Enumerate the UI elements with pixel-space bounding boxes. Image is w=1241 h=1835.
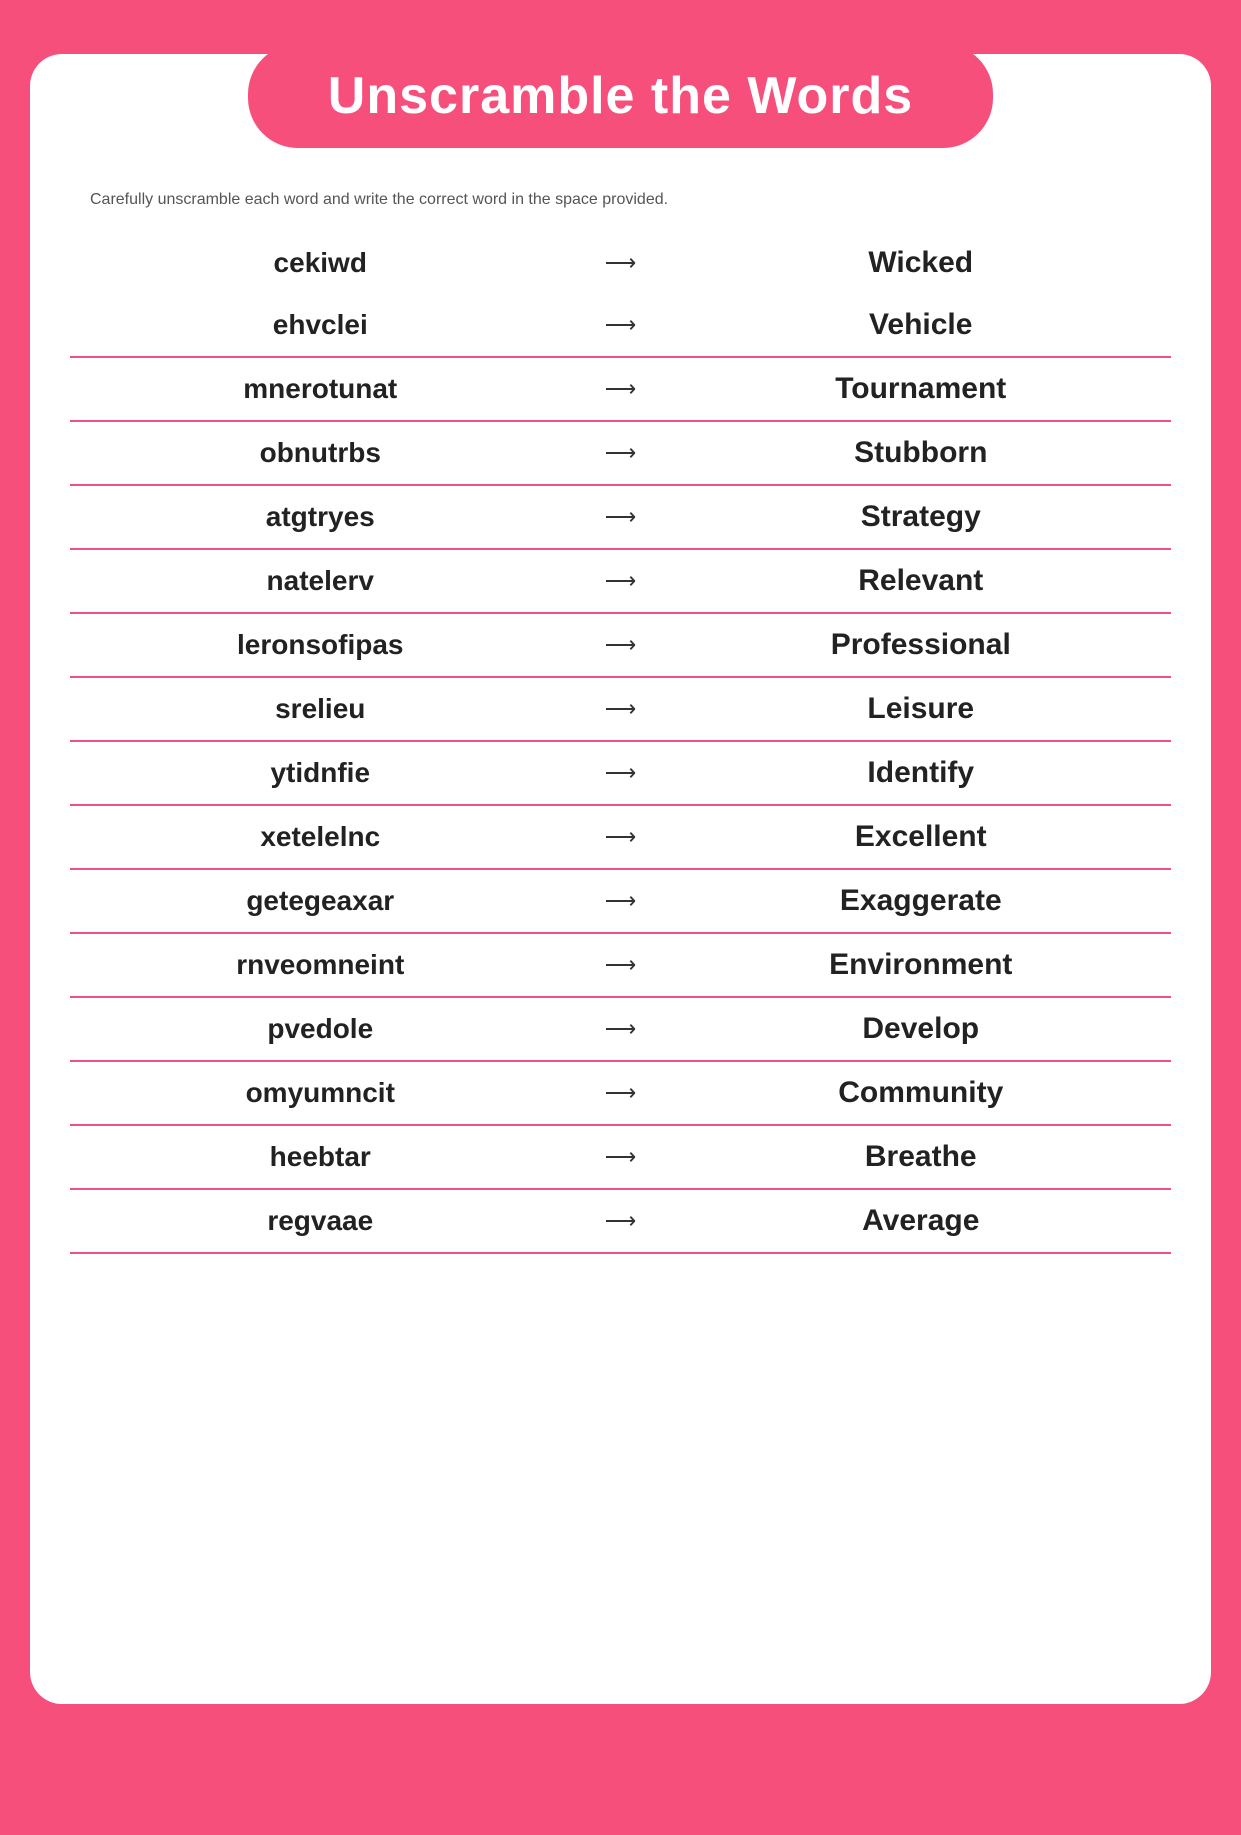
word-row: pvedole⟶Develop: [70, 998, 1171, 1062]
answer-word: Vehicle: [671, 300, 1172, 350]
scrambled-word: omyumncit: [70, 1069, 571, 1117]
scrambled-word: pvedole: [70, 1005, 571, 1053]
arrow-icon: ⟶: [571, 504, 671, 530]
date-underline[interactable]: [1001, 18, 1201, 36]
word-row: xetelelnc⟶Excellent: [70, 806, 1171, 870]
word-row: cekiwd⟶Wicked: [70, 232, 1171, 294]
arrow-icon: ⟶: [571, 696, 671, 722]
arrow-icon: ⟶: [571, 568, 671, 594]
subtitle: Carefully unscramble each word and write…: [30, 158, 1211, 232]
arrow-icon: ⟶: [571, 1016, 671, 1042]
date-field: Date:: [957, 18, 1201, 36]
footer: kami: [0, 1724, 1241, 1775]
answer-word: Exaggerate: [671, 876, 1172, 926]
answer-word: Excellent: [671, 812, 1172, 862]
name-underline[interactable]: [92, 18, 472, 36]
main-card: Unscramble the Words Carefully unscrambl…: [30, 54, 1211, 1704]
answer-word: Leisure: [671, 684, 1172, 734]
title-pill: Unscramble the Words: [248, 44, 993, 148]
scrambled-word: atgtryes: [70, 493, 571, 541]
page-title: Unscramble the Words: [328, 67, 913, 125]
answer-word: Environment: [671, 940, 1172, 990]
word-row: ytidnfie⟶Identify: [70, 742, 1171, 806]
answer-word: Wicked: [671, 238, 1172, 288]
word-row: omyumncit⟶Community: [70, 1062, 1171, 1126]
scrambled-word: cekiwd: [70, 239, 571, 287]
answer-word: Develop: [671, 1004, 1172, 1054]
scrambled-word: xetelelnc: [70, 813, 571, 861]
top-bar: Name: Date:: [0, 0, 1241, 46]
answer-word: Community: [671, 1068, 1172, 1118]
footer-brand: kami: [596, 1744, 645, 1764]
word-row: natelerv⟶Relevant: [70, 550, 1171, 614]
scrambled-word: srelieu: [70, 685, 571, 733]
words-list: cekiwd⟶Wickedehvclei⟶Vehiclemnerotunat⟶T…: [30, 232, 1211, 1254]
word-row: srelieu⟶Leisure: [70, 678, 1171, 742]
word-row: mnerotunat⟶Tournament: [70, 358, 1171, 422]
scrambled-word: ehvclei: [70, 301, 571, 349]
answer-word: Average: [671, 1196, 1172, 1246]
arrow-icon: ⟶: [571, 952, 671, 978]
word-row: rnveomneint⟶Environment: [70, 934, 1171, 998]
word-row: regvaae⟶Average: [70, 1190, 1171, 1254]
scrambled-word: obnutrbs: [70, 429, 571, 477]
arrow-icon: ⟶: [571, 760, 671, 786]
arrow-icon: ⟶: [571, 824, 671, 850]
word-row: heebtar⟶Breathe: [70, 1126, 1171, 1190]
arrow-icon: ⟶: [571, 440, 671, 466]
scrambled-word: regvaae: [70, 1197, 571, 1245]
arrow-icon: ⟶: [571, 888, 671, 914]
word-row: getegeaxar⟶Exaggerate: [70, 870, 1171, 934]
scrambled-word: rnveomneint: [70, 941, 571, 989]
arrow-icon: ⟶: [571, 632, 671, 658]
answer-word: Stubborn: [671, 428, 1172, 478]
arrow-icon: ⟶: [571, 1144, 671, 1170]
answer-word: Professional: [671, 620, 1172, 670]
scrambled-word: ytidnfie: [70, 749, 571, 797]
arrow-icon: ⟶: [571, 376, 671, 402]
page-container: Name: Date: Unscramble the Words Careful…: [0, 0, 1241, 1835]
scrambled-word: leronsofipas: [70, 621, 571, 669]
name-label: Name:: [40, 19, 86, 36]
title-wrapper: Unscramble the Words: [30, 54, 1211, 148]
answer-word: Relevant: [671, 556, 1172, 606]
word-row: leronsofipas⟶Professional: [70, 614, 1171, 678]
arrow-icon: ⟶: [571, 312, 671, 338]
arrow-icon: ⟶: [571, 250, 671, 276]
word-row: atgtryes⟶Strategy: [70, 486, 1171, 550]
answer-word: Tournament: [671, 364, 1172, 414]
scrambled-word: mnerotunat: [70, 365, 571, 413]
arrow-icon: ⟶: [571, 1208, 671, 1234]
scrambled-word: natelerv: [70, 557, 571, 605]
answer-word: Identify: [671, 748, 1172, 798]
word-row: ehvclei⟶Vehicle: [70, 294, 1171, 358]
answer-word: Strategy: [671, 492, 1172, 542]
name-field: Name:: [40, 18, 472, 36]
word-row: obnutrbs⟶Stubborn: [70, 422, 1171, 486]
answer-word: Breathe: [671, 1132, 1172, 1182]
scrambled-word: getegeaxar: [70, 877, 571, 925]
date-label: Date:: [957, 19, 995, 36]
arrow-icon: ⟶: [571, 1080, 671, 1106]
scrambled-word: heebtar: [70, 1133, 571, 1181]
